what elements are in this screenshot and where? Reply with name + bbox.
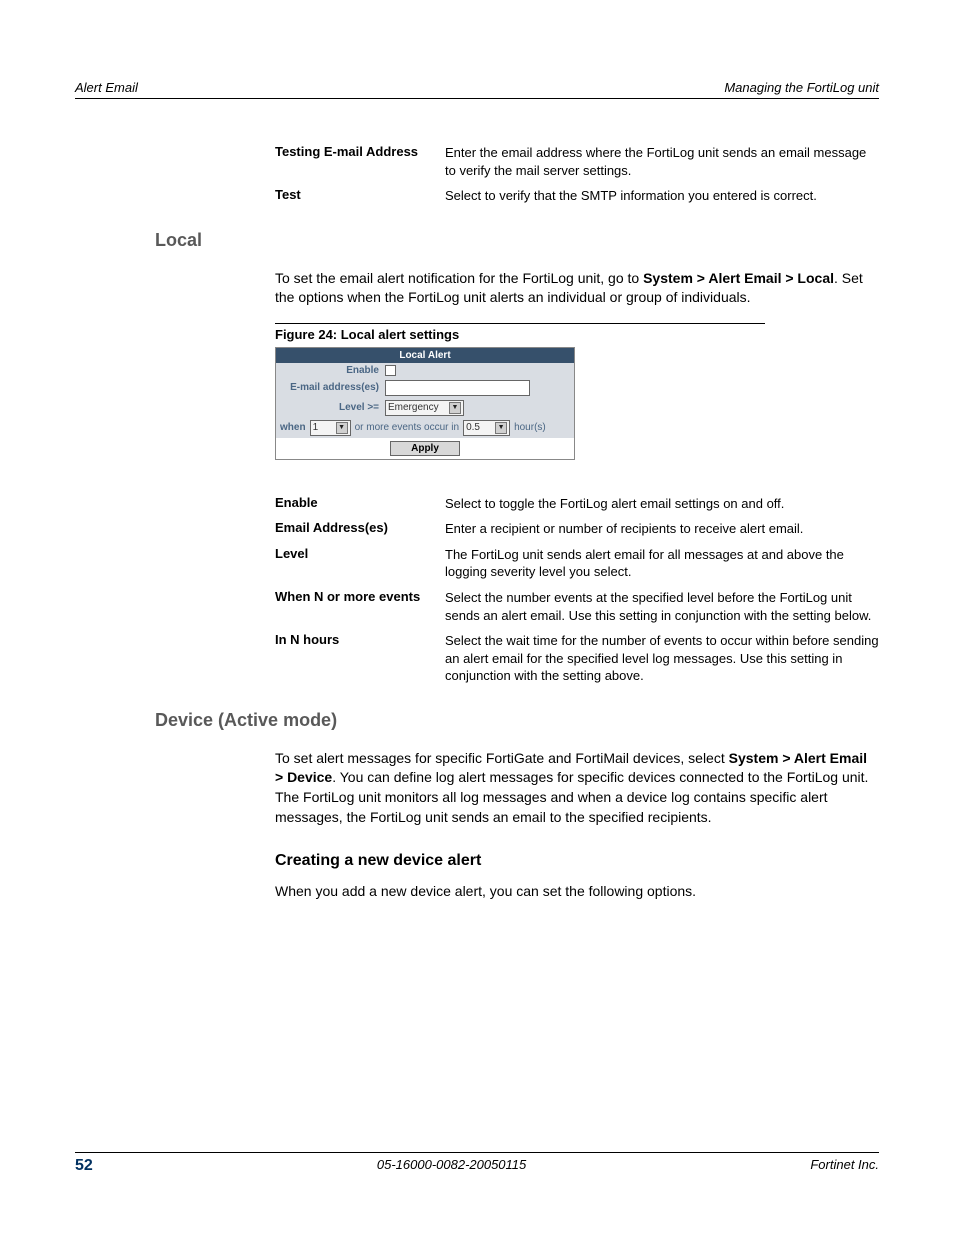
ss-level-label: Level >= bbox=[280, 402, 385, 413]
ss-hours-label: hour(s) bbox=[514, 422, 546, 433]
def-term: In N hours bbox=[275, 632, 445, 685]
level-select[interactable]: Emergency ▼ bbox=[385, 400, 464, 416]
page-footer: 52 05-16000-0082-20050115 Fortinet Inc. bbox=[75, 1152, 879, 1175]
def-desc: Enter a recipient or number of recipient… bbox=[445, 520, 879, 538]
def-row: In N hours Select the wait time for the … bbox=[275, 632, 879, 685]
subsection-heading-create: Creating a new device alert bbox=[275, 852, 879, 870]
para-text: . You can define log alert messages for … bbox=[275, 769, 868, 824]
section-heading-local: Local bbox=[155, 230, 879, 251]
definitions-top: Testing E-mail Address Enter the email a… bbox=[275, 144, 879, 205]
hours-value: 0.5 bbox=[466, 422, 492, 433]
chevron-down-icon: ▼ bbox=[449, 402, 461, 414]
para-text: To set alert messages for specific Forti… bbox=[275, 750, 729, 766]
ss-email-row: E-mail address(es) bbox=[276, 378, 574, 398]
chevron-down-icon: ▼ bbox=[336, 422, 348, 434]
local-alert-screenshot: Local Alert Enable E-mail address(es) Le… bbox=[275, 347, 575, 460]
def-term: Enable bbox=[275, 495, 445, 513]
def-term: When N or more events bbox=[275, 589, 445, 624]
ss-level-row: Level >= Emergency ▼ bbox=[276, 398, 574, 418]
ss-enable-row: Enable bbox=[276, 363, 574, 378]
section-heading-device: Device (Active mode) bbox=[155, 710, 879, 731]
when-select[interactable]: 1 ▼ bbox=[310, 420, 351, 436]
when-value: 1 bbox=[313, 422, 333, 433]
para-bold: System > Alert Email > Local bbox=[643, 270, 834, 286]
def-term: Email Address(es) bbox=[275, 520, 445, 538]
def-desc: Select to verify that the SMTP informati… bbox=[445, 187, 879, 205]
ss-email-label: E-mail address(es) bbox=[280, 382, 385, 393]
def-desc: Select the number events at the specifie… bbox=[445, 589, 879, 624]
ss-title: Local Alert bbox=[276, 348, 574, 363]
def-row: When N or more events Select the number … bbox=[275, 589, 879, 624]
def-desc: Select the wait time for the number of e… bbox=[445, 632, 879, 685]
email-input[interactable] bbox=[385, 380, 530, 396]
page-header: Alert Email Managing the FortiLog unit bbox=[75, 80, 879, 99]
footer-company: Fortinet Inc. bbox=[810, 1157, 879, 1175]
def-row: Email Address(es) Enter a recipient or n… bbox=[275, 520, 879, 538]
def-row: Enable Select to toggle the FortiLog ale… bbox=[275, 495, 879, 513]
def-desc: Enter the email address where the FortiL… bbox=[445, 144, 879, 179]
def-desc: Select to toggle the FortiLog alert emai… bbox=[445, 495, 879, 513]
def-term: Level bbox=[275, 546, 445, 581]
def-row: Level The FortiLog unit sends alert emai… bbox=[275, 546, 879, 581]
definitions-bottom: Enable Select to toggle the FortiLog ale… bbox=[275, 495, 879, 685]
ss-apply-row: Apply bbox=[276, 438, 574, 459]
paragraph-local: To set the email alert notification for … bbox=[275, 269, 879, 308]
header-left: Alert Email bbox=[75, 80, 138, 95]
def-row: Test Select to verify that the SMTP info… bbox=[275, 187, 879, 205]
paragraph-device: To set alert messages for specific Forti… bbox=[275, 749, 879, 827]
ss-events-text: or more events occur in bbox=[355, 422, 460, 433]
page-number: 52 bbox=[75, 1157, 93, 1175]
footer-docid: 05-16000-0082-20050115 bbox=[377, 1157, 526, 1175]
content-area: Testing E-mail Address Enter the email a… bbox=[155, 144, 879, 902]
enable-checkbox[interactable] bbox=[385, 365, 396, 376]
figure-caption: Figure 24: Local alert settings bbox=[275, 323, 765, 342]
ss-when-row: when 1 ▼ or more events occur in 0.5 ▼ h… bbox=[276, 418, 574, 438]
def-term: Testing E-mail Address bbox=[275, 144, 445, 179]
ss-when-label: when bbox=[280, 422, 306, 433]
header-right: Managing the FortiLog unit bbox=[724, 80, 879, 95]
chevron-down-icon: ▼ bbox=[495, 422, 507, 434]
def-desc: The FortiLog unit sends alert email for … bbox=[445, 546, 879, 581]
apply-button[interactable]: Apply bbox=[390, 441, 460, 456]
hours-select[interactable]: 0.5 ▼ bbox=[463, 420, 510, 436]
def-term: Test bbox=[275, 187, 445, 205]
ss-enable-label: Enable bbox=[280, 365, 385, 376]
level-value: Emergency bbox=[388, 402, 446, 413]
paragraph-create: When you add a new device alert, you can… bbox=[275, 882, 879, 902]
def-row: Testing E-mail Address Enter the email a… bbox=[275, 144, 879, 179]
para-text: To set the email alert notification for … bbox=[275, 270, 643, 286]
